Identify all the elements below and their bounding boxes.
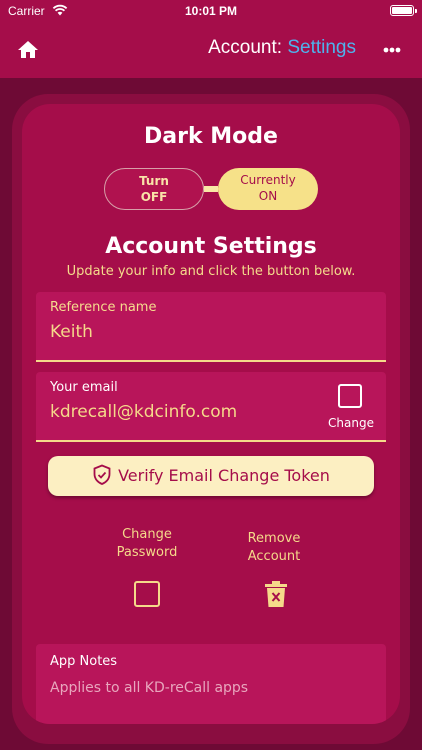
currently-on-line1: Currently	[240, 173, 296, 187]
change-password-label: Change Password	[92, 526, 202, 562]
verify-button-label: Verify Email Change Token	[118, 466, 330, 485]
change-email-label: Change	[328, 416, 374, 430]
email-field[interactable]: Your email Change	[36, 372, 386, 442]
turn-off-line2: OFF	[140, 190, 168, 204]
email-label: Your email	[50, 380, 118, 395]
dark-mode-title: Dark Mode	[144, 124, 278, 149]
turn-off-line1: Turn	[139, 174, 169, 188]
reference-name-label: Reference name	[50, 300, 157, 315]
home-icon[interactable]	[16, 38, 40, 62]
change-password-line1: Change	[122, 527, 172, 542]
reference-name-field[interactable]: Reference name	[36, 292, 386, 362]
page-title-prefix: Account:	[208, 37, 283, 58]
email-input[interactable]	[50, 402, 310, 422]
shield-check-icon	[93, 464, 111, 485]
verify-email-change-token-button[interactable]: Verify Email Change Token	[48, 456, 374, 496]
currently-on-line2: ON	[258, 189, 278, 203]
dark-mode-on-indicator[interactable]: Currently ON	[218, 168, 318, 210]
change-email-checkbox[interactable]	[338, 384, 362, 408]
toggle-connector	[204, 186, 218, 192]
account-settings-title: Account Settings	[105, 234, 317, 259]
page-title-accent: Settings	[287, 37, 356, 58]
trash-icon[interactable]	[264, 580, 288, 608]
remove-account-line2: Account	[247, 549, 301, 564]
app-notes-field[interactable]: App Notes Applies to all KD-reCall apps	[36, 644, 386, 724]
app-notes-value: Applies to all KD-reCall apps	[50, 680, 249, 696]
turn-off-dark-mode-button[interactable]: Turn OFF	[104, 168, 204, 210]
status-bar: Carrier 10:01 PM	[0, 0, 422, 22]
page-title: Account: Settings	[208, 37, 356, 59]
app-notes-label: App Notes	[50, 654, 118, 669]
battery-icon	[390, 5, 417, 16]
more-horizontal-icon[interactable]	[378, 36, 406, 64]
status-time: 10:01 PM	[184, 4, 238, 18]
nav-bar: Account: Settings	[0, 22, 422, 78]
reference-name-input[interactable]	[50, 322, 310, 342]
remove-account-label: Remove Account	[219, 530, 329, 566]
change-password-line2: Password	[116, 545, 178, 560]
remove-account-line1: Remove	[247, 531, 301, 546]
account-settings-subtitle: Update your info and click the button be…	[66, 264, 356, 279]
change-password-checkbox[interactable]	[134, 581, 160, 607]
settings-card: Dark Mode Turn OFF Currently ON Account …	[22, 104, 400, 724]
